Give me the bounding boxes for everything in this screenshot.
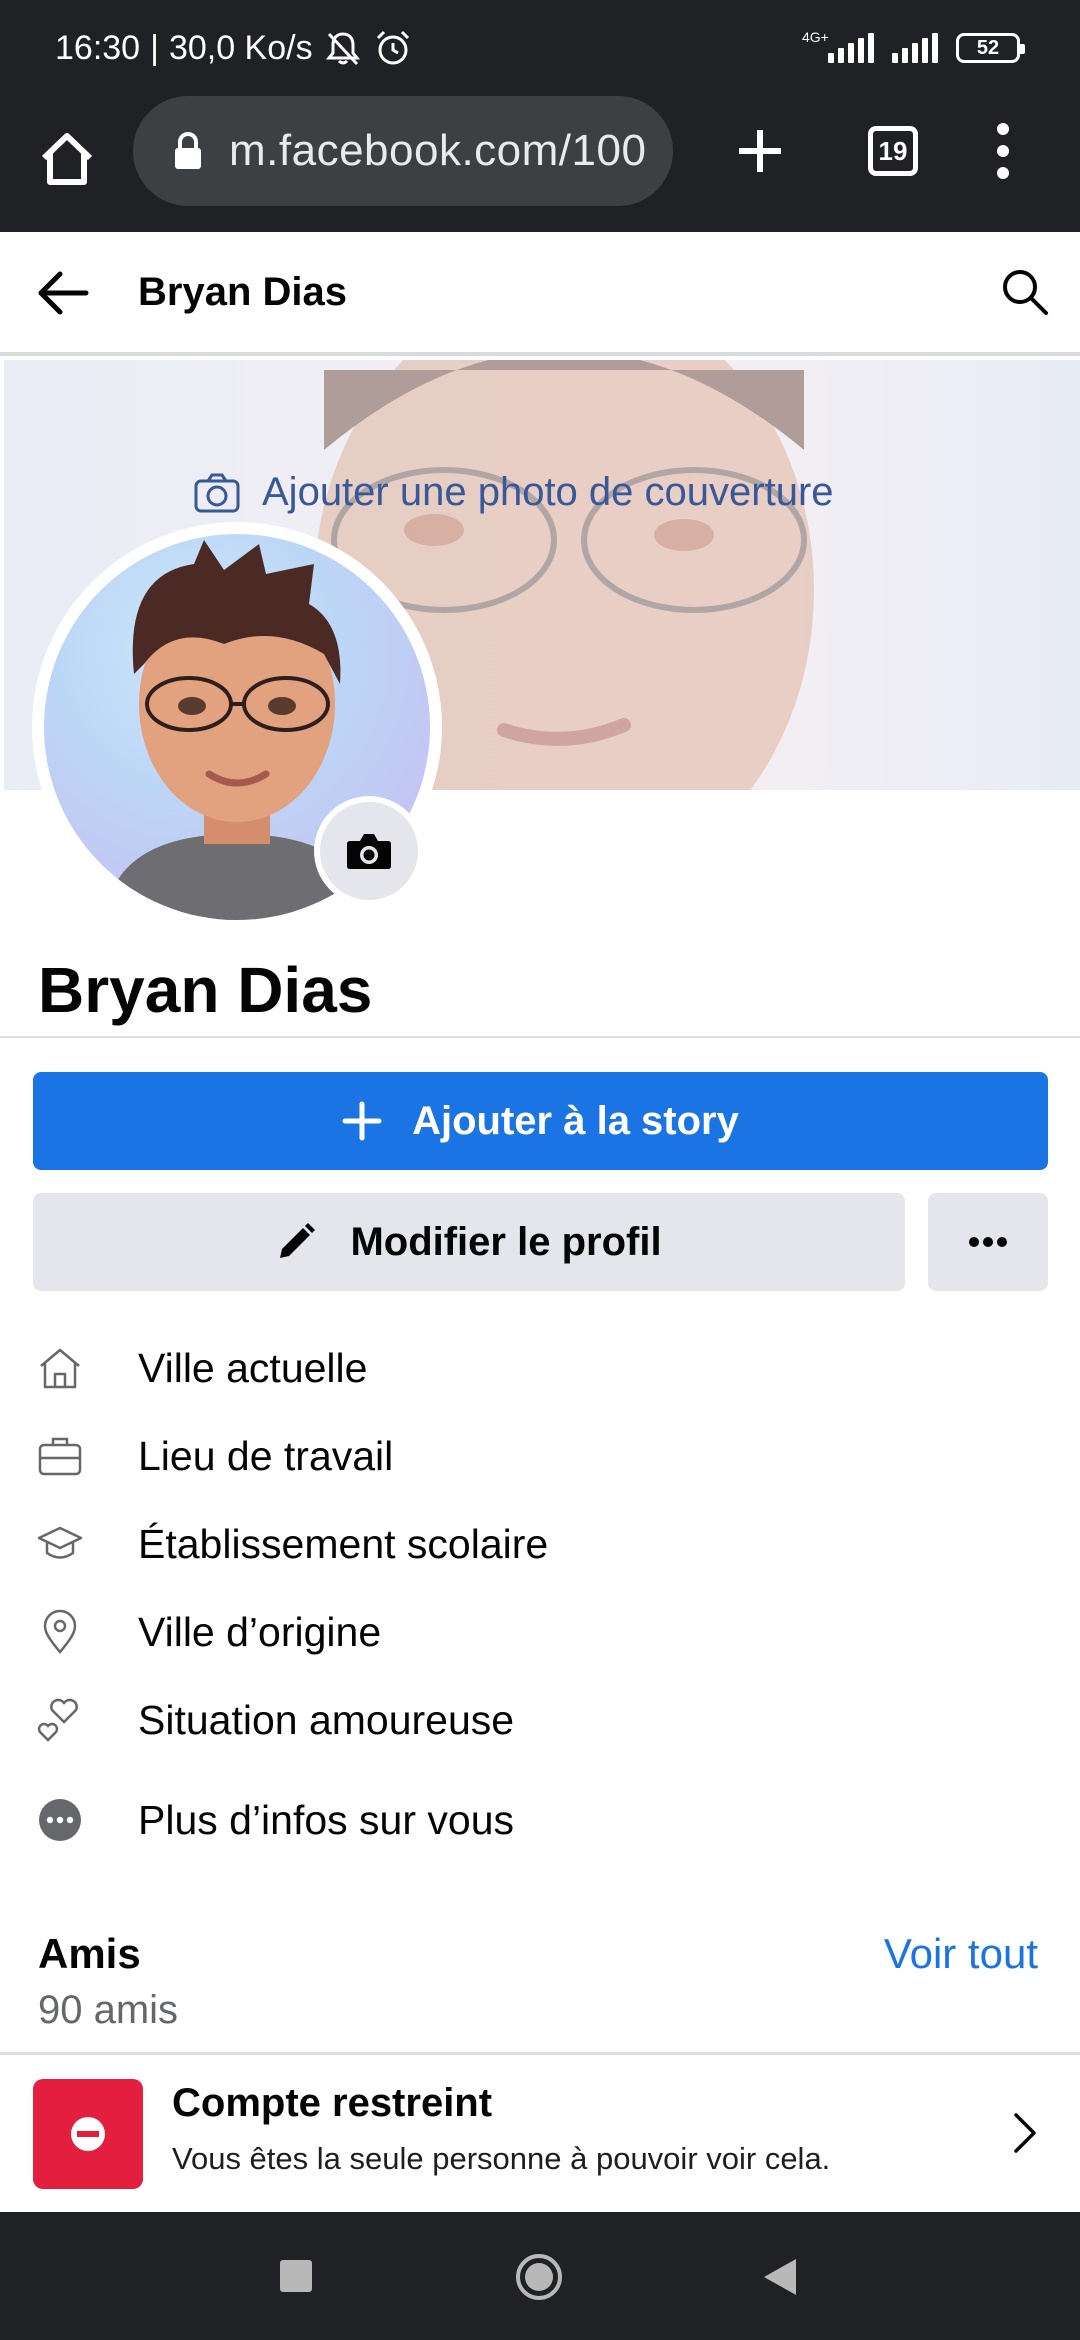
pencil-icon xyxy=(280,1223,316,1258)
hearts-icon xyxy=(37,1698,78,1742)
house-icon xyxy=(40,1348,80,1389)
search-icon[interactable] xyxy=(1000,267,1050,317)
back-arrow-icon[interactable] xyxy=(36,268,92,318)
friends-count: 90 amis xyxy=(38,1988,179,2032)
intro-item-label: Établissement scolaire xyxy=(138,1520,549,1567)
status-left: 16:30 | 30,0 Ko/s xyxy=(55,24,413,72)
intro-item-label: Plus d’infos sur vous xyxy=(138,1796,515,1843)
restricted-account-banner[interactable]: Compte restreint Vous êtes la seule pers… xyxy=(0,2052,1080,2210)
add-to-story-button[interactable]: Ajouter à la story xyxy=(33,1072,1048,1170)
browser-toolbar: m.facebook.com/100 19 xyxy=(0,96,1080,232)
intro-item-relationship[interactable]: Situation amoureuse xyxy=(36,1690,514,1750)
header-title: Bryan Dias xyxy=(138,270,347,314)
friends-title: Amis xyxy=(38,1930,141,1977)
restricted-title: Compte restreint xyxy=(172,2081,493,2125)
network-type: 4G+ xyxy=(802,29,829,45)
change-profile-picture-button[interactable] xyxy=(314,796,424,906)
edit-profile-button[interactable]: Modifier le profil xyxy=(33,1193,905,1291)
no-entry-icon xyxy=(71,2117,105,2151)
restricted-description: Vous êtes la seule personne à pouvoir vo… xyxy=(172,2141,831,2176)
more-options-button[interactable] xyxy=(928,1193,1048,1291)
chevron-right-icon xyxy=(1014,2113,1036,2153)
graduation-cap-icon xyxy=(37,1526,83,1559)
camera-icon xyxy=(347,834,391,869)
intro-item-current-city[interactable]: Ville actuelle xyxy=(36,1338,367,1398)
back-triangle-icon[interactable] xyxy=(760,2256,800,2298)
add-cover-photo-button[interactable]: Ajouter une photo de couverture xyxy=(194,470,834,515)
status-time: 16:30 xyxy=(55,28,141,67)
wifi-signal-icon xyxy=(892,33,938,63)
home-circle-icon[interactable] xyxy=(514,2252,564,2302)
new-tab-icon[interactable] xyxy=(735,126,785,176)
home-icon[interactable] xyxy=(36,128,98,190)
intro-item-label: Situation amoureuse xyxy=(138,1696,515,1743)
camera-outline-icon xyxy=(194,473,240,512)
recent-apps-icon[interactable] xyxy=(280,2260,312,2292)
location-pin-icon xyxy=(43,1609,77,1654)
intro-item-workplace[interactable]: Lieu de travail xyxy=(36,1426,393,1486)
tab-count: 19 xyxy=(878,135,908,166)
mobile-signal-icon: 4G+ xyxy=(802,29,874,63)
bell-muted-icon xyxy=(325,32,360,66)
more-dots-icon xyxy=(39,1799,81,1841)
status-separator: | xyxy=(150,28,159,67)
intro-item-school[interactable]: Établissement scolaire xyxy=(36,1514,548,1574)
intro-item-label: Ville d’origine xyxy=(138,1608,382,1655)
briefcase-icon xyxy=(38,1437,82,1476)
add-to-story-label: Ajouter à la story xyxy=(412,1098,739,1143)
alarm-icon xyxy=(376,30,409,65)
address-bar[interactable]: m.facebook.com/100 xyxy=(133,96,673,206)
intro-item-label: Ville actuelle xyxy=(138,1344,368,1391)
profile-header: Bryan Dias xyxy=(0,232,1080,356)
more-horizontal-icon xyxy=(969,1237,1007,1247)
intro-item-hometown[interactable]: Ville d’origine xyxy=(36,1602,381,1662)
profile-name: Bryan Dias xyxy=(38,954,373,1026)
intro-item-more-info[interactable]: Plus d’infos sur vous xyxy=(36,1790,514,1850)
battery-level: 52 xyxy=(976,36,1000,59)
add-cover-photo-label: Ajouter une photo de couverture xyxy=(262,470,834,514)
intro-item-label: Lieu de travail xyxy=(138,1432,394,1479)
lock-icon xyxy=(175,132,201,169)
system-navigation-bar xyxy=(0,2212,1080,2340)
status-speed: 30,0 Ko/s xyxy=(168,28,313,67)
status-right: 4G+ 52 xyxy=(802,24,1025,72)
url-text: m.facebook.com/100 xyxy=(229,126,647,175)
tab-switcher-button[interactable]: 19 xyxy=(868,126,918,176)
divider xyxy=(0,1036,1080,1038)
status-bar: 16:30 | 30,0 Ko/s 4G+ 52 xyxy=(0,0,1080,96)
edit-profile-label: Modifier le profil xyxy=(350,1219,662,1264)
restricted-badge xyxy=(33,2079,143,2189)
see-all-friends-link[interactable]: Voir tout xyxy=(884,1930,1038,1978)
plus-icon xyxy=(342,1101,382,1141)
overflow-menu-icon[interactable] xyxy=(990,120,1016,182)
battery-icon: 52 xyxy=(956,33,1025,63)
